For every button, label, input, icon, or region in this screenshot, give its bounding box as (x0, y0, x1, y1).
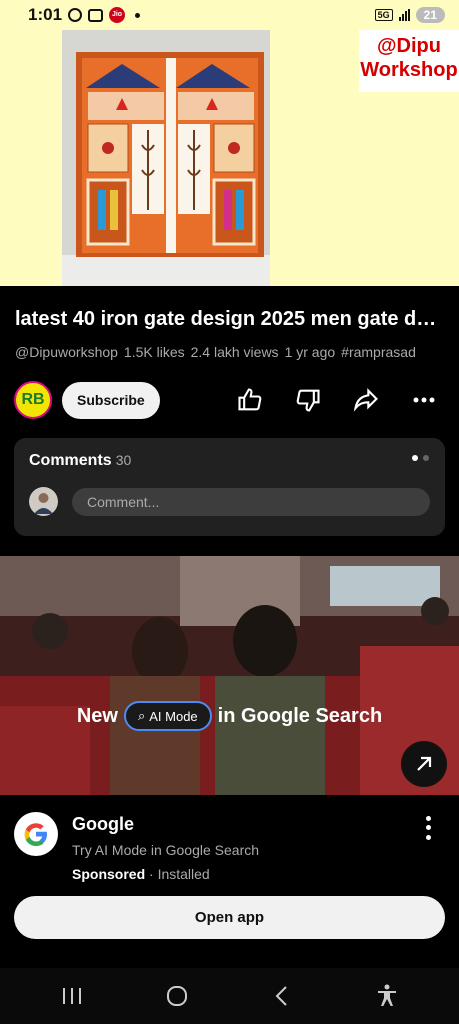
dislike-icon[interactable] (290, 382, 326, 418)
ad-video[interactable]: New ⌕ AI Mode in Google Search (0, 556, 459, 795)
whatsapp-icon (68, 8, 83, 22)
likes-count: 1.5K likes (123, 344, 185, 360)
ad-headline-pre: New (76, 704, 118, 727)
user-avatar (29, 487, 58, 516)
battery-level: 21 (415, 7, 445, 23)
ai-mode-pill: ⌕ AI Mode (123, 701, 212, 731)
open-app-button[interactable]: Open app (14, 896, 445, 939)
views-count: 2.4 lakh views (190, 344, 279, 360)
signal-icon (398, 9, 410, 21)
channel-avatar[interactable]: RB (14, 381, 52, 419)
ad-menu-icon[interactable] (418, 814, 438, 842)
home-icon[interactable] (157, 976, 197, 1016)
notification-dot-icon (135, 12, 141, 18)
ad-video-scene-image (0, 556, 459, 795)
video-title[interactable]: latest 40 iron gate design 2025 men gate… (15, 308, 447, 331)
comments-header: Comments 30 (29, 452, 131, 470)
ad-headline-post: in Google Search (217, 704, 383, 727)
ai-search-icon: ⌕ (137, 708, 146, 723)
channel-row: RB Subscribe (14, 380, 446, 420)
comments-label: Comments (29, 452, 112, 469)
video-meta[interactable]: @Dipuworkshop 1.5K likes 2.4 lakh views … (15, 344, 416, 360)
installed-label: Installed (157, 866, 210, 882)
status-bar: 1:01 Jio 5G 21 (0, 0, 459, 30)
open-external-icon[interactable] (401, 741, 447, 787)
ad-advertiser: Google (72, 814, 134, 834)
like-icon[interactable] (232, 382, 268, 418)
sponsored-label: Sponsored (72, 866, 146, 882)
channel-watermark: @Dipu Workshop (359, 30, 459, 92)
ad-sponsored-line: Sponsored · Installed (72, 866, 210, 882)
carousel-dots (412, 455, 429, 461)
system-nav-bar (0, 968, 459, 1024)
jio-icon: Jio (109, 7, 126, 23)
google-logo-icon (14, 812, 58, 856)
ad-info[interactable]: Google Try AI Mode in Google Search Spon… (14, 808, 446, 888)
ad-headline: New ⌕ AI Mode in Google Search (0, 701, 459, 731)
comments-count: 30 (115, 452, 132, 468)
subscribe-button[interactable]: Subscribe (62, 381, 160, 419)
share-icon[interactable] (348, 382, 384, 418)
recent-apps-icon[interactable] (52, 976, 92, 1016)
screenshot-icon (88, 8, 104, 22)
channel-handle[interactable]: @Dipuworkshop (15, 344, 118, 360)
video-thumbnail-gate-image (62, 30, 270, 286)
status-time: 1:01 (28, 5, 63, 24)
more-options-icon[interactable] (406, 382, 442, 418)
accessibility-icon[interactable] (367, 976, 407, 1016)
video-player[interactable]: @Dipu Workshop (0, 30, 459, 286)
back-icon[interactable] (262, 976, 302, 1016)
comments-panel[interactable]: Comments 30 Comment... (14, 438, 445, 536)
comment-input[interactable]: Comment... (72, 488, 430, 516)
upload-age: 1 yr ago (284, 344, 336, 360)
hashtag-link[interactable]: #ramprasad (341, 344, 416, 360)
network-type: 5G (374, 9, 393, 21)
ai-mode-label: AI Mode (149, 708, 198, 724)
ad-description: Try AI Mode in Google Search (72, 842, 260, 858)
